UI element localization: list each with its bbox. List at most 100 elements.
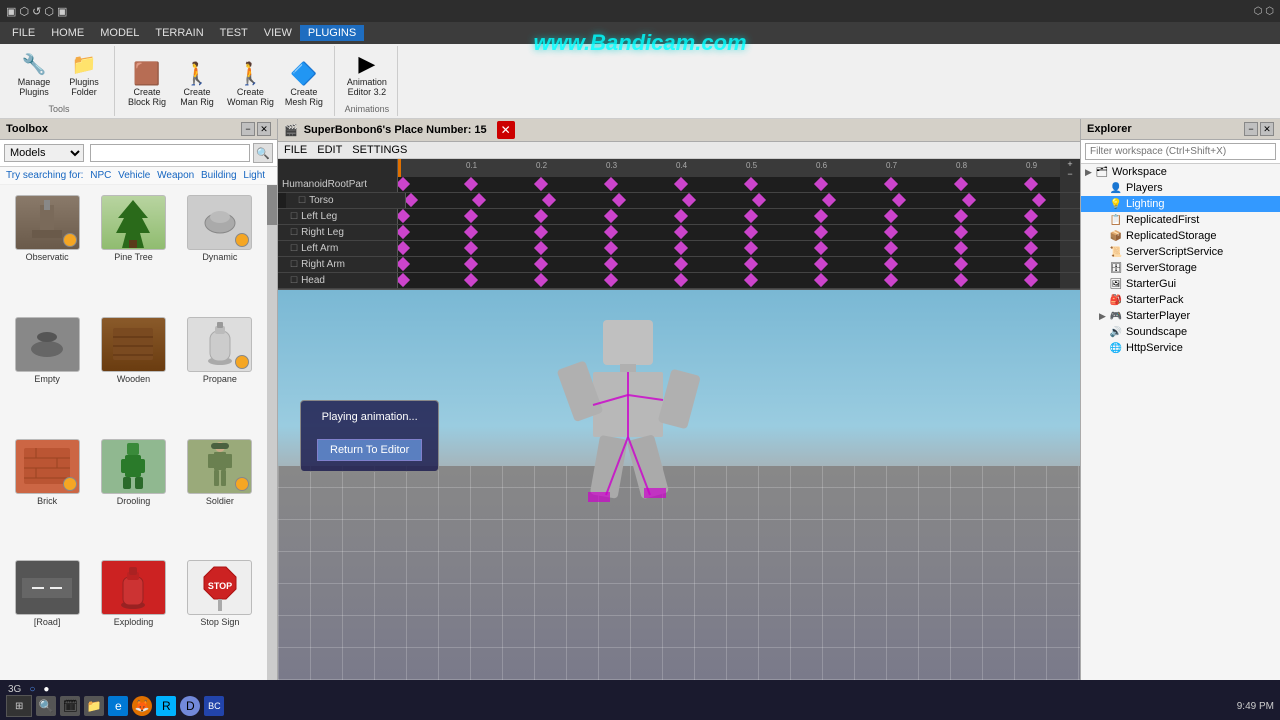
tree-server-script-service[interactable]: 📜 ServerScriptService bbox=[1081, 244, 1280, 260]
tree-starter-gui[interactable]: 🖼 StarterGui bbox=[1081, 276, 1280, 292]
tkf-ll-4[interactable] bbox=[674, 209, 688, 223]
firefox-icon[interactable]: 🦊 bbox=[132, 696, 152, 716]
tool-wooden[interactable]: Wooden bbox=[92, 313, 174, 431]
kf-1[interactable] bbox=[464, 177, 478, 191]
tkf-ll-1[interactable] bbox=[464, 209, 478, 223]
kf-0[interactable] bbox=[398, 177, 410, 191]
tkf-ll-8[interactable] bbox=[954, 209, 968, 223]
manage-plugins-button[interactable]: 🔧 ManagePlugins bbox=[10, 48, 58, 100]
create-mesh-rig-button[interactable]: 🔷 CreateMesh Rig bbox=[280, 58, 328, 110]
track-keys-left-arm[interactable] bbox=[398, 241, 1060, 256]
explorer-filter-input[interactable] bbox=[1085, 143, 1276, 160]
suggestion-npc[interactable]: NPC bbox=[90, 170, 111, 181]
suggestion-weapon[interactable]: Weapon bbox=[157, 170, 194, 181]
tool-dynamic[interactable]: Dynamic bbox=[179, 191, 261, 309]
edge-icon[interactable]: e bbox=[108, 696, 128, 716]
anim-menu-settings[interactable]: SETTINGS bbox=[352, 144, 407, 156]
kf-6[interactable] bbox=[814, 177, 828, 191]
tkf-t-2[interactable] bbox=[542, 193, 556, 207]
tkf-t-7[interactable] bbox=[892, 193, 906, 207]
create-woman-rig-button[interactable]: 🚶 CreateWoman Rig bbox=[223, 58, 278, 110]
tool-brick[interactable]: Brick bbox=[6, 435, 88, 553]
start-button[interactable]: ⊞ bbox=[6, 695, 32, 717]
toolbox-category-dropdown[interactable]: Models Decals Audio bbox=[4, 144, 84, 162]
kf-9[interactable] bbox=[1024, 177, 1038, 191]
tree-players[interactable]: 👤 Players bbox=[1081, 180, 1280, 196]
tool-pine-tree[interactable]: Pine Tree bbox=[92, 191, 174, 309]
menu-file[interactable]: FILE bbox=[4, 25, 43, 41]
kf-4[interactable] bbox=[674, 177, 688, 191]
tkf-t-5[interactable] bbox=[752, 193, 766, 207]
tkf-t-4[interactable] bbox=[682, 193, 696, 207]
tree-starter-pack[interactable]: 🎒 StarterPack bbox=[1081, 292, 1280, 308]
tkf-ll-9[interactable] bbox=[1024, 209, 1038, 223]
file-explorer-icon[interactable]: 📁 bbox=[84, 696, 104, 716]
tkf-ll-7[interactable] bbox=[884, 209, 898, 223]
menu-plugins[interactable]: PLUGINS bbox=[300, 25, 364, 41]
menu-home[interactable]: HOME bbox=[43, 25, 92, 41]
track-checkbox-ll[interactable]: ☐ bbox=[290, 211, 298, 222]
explorer-minimize[interactable]: − bbox=[1244, 122, 1258, 136]
toolbox-search-button[interactable]: 🔍 bbox=[253, 143, 273, 163]
tree-starter-player[interactable]: ▶ 🎮 StarterPlayer bbox=[1081, 308, 1280, 324]
anim-menu-edit[interactable]: EDIT bbox=[317, 144, 342, 156]
suggestion-vehicle[interactable]: Vehicle bbox=[118, 170, 150, 181]
kf-7[interactable] bbox=[884, 177, 898, 191]
menu-model[interactable]: MODEL bbox=[92, 25, 147, 41]
tkf-t-9[interactable] bbox=[1032, 193, 1046, 207]
animation-editor-button[interactable]: ▶ AnimationEditor 3.2 bbox=[343, 48, 391, 100]
tool-observatic[interactable]: Observatic bbox=[6, 191, 88, 309]
tree-soundscape[interactable]: 🔊 Soundscape bbox=[1081, 324, 1280, 340]
tkf-ll-0[interactable] bbox=[398, 209, 410, 223]
roblox-studio-icon[interactable]: R bbox=[156, 696, 176, 716]
track-keys-left-leg[interactable] bbox=[398, 209, 1060, 224]
track-keys-right-leg[interactable] bbox=[398, 225, 1060, 240]
explorer-close[interactable]: ✕ bbox=[1260, 122, 1274, 136]
kf-5[interactable] bbox=[744, 177, 758, 191]
tkf-t-8[interactable] bbox=[962, 193, 976, 207]
track-checkbox-rl[interactable]: ☐ bbox=[290, 227, 298, 238]
tkf-ll-5[interactable] bbox=[744, 209, 758, 223]
bandicam-icon[interactable]: BC bbox=[204, 696, 224, 716]
track-checkbox-head[interactable]: ☐ bbox=[290, 275, 298, 286]
tl-plus[interactable]: + bbox=[1060, 159, 1080, 169]
toolbox-close[interactable]: ✕ bbox=[257, 122, 271, 136]
track-checkbox-ra[interactable]: ☐ bbox=[290, 259, 298, 270]
tree-workspace[interactable]: ▶ 🗂 Workspace bbox=[1081, 164, 1280, 180]
tkf-t-3[interactable] bbox=[612, 193, 626, 207]
menu-test[interactable]: TEST bbox=[212, 25, 256, 41]
track-keys-head[interactable] bbox=[398, 273, 1060, 288]
track-checkbox-la[interactable]: ☐ bbox=[290, 243, 298, 254]
tree-replicated-storage[interactable]: 📦 ReplicatedStorage bbox=[1081, 228, 1280, 244]
tree-lighting[interactable]: 💡 Lighting bbox=[1081, 196, 1280, 212]
tool-stop-sign[interactable]: STOP Stop Sign bbox=[179, 556, 261, 674]
create-block-rig-button[interactable]: 🟫 CreateBlock Rig bbox=[123, 58, 171, 110]
tool-empty[interactable]: Empty bbox=[6, 313, 88, 431]
tool-drooling[interactable]: Drooling bbox=[92, 435, 174, 553]
toolbox-minimize[interactable]: − bbox=[241, 122, 255, 136]
tkf-t-6[interactable] bbox=[822, 193, 836, 207]
menu-view[interactable]: VIEW bbox=[256, 25, 300, 41]
return-to-editor-button[interactable]: Return To Editor bbox=[317, 439, 422, 461]
kf-8[interactable] bbox=[954, 177, 968, 191]
tree-http-service[interactable]: 🌐 HttpService bbox=[1081, 340, 1280, 356]
tkf-t-0[interactable] bbox=[406, 193, 418, 207]
tkf-ll-3[interactable] bbox=[604, 209, 618, 223]
playhead[interactable] bbox=[398, 159, 400, 177]
anim-editor-close[interactable]: ✕ bbox=[497, 121, 515, 139]
task-view-icon[interactable]: 🗓 bbox=[60, 696, 80, 716]
tool-road[interactable]: [Road] bbox=[6, 556, 88, 674]
plugins-folder-button[interactable]: 📁 PluginsFolder bbox=[60, 48, 108, 100]
track-checkbox-torso[interactable]: ☐ bbox=[298, 195, 306, 206]
anim-menu-file[interactable]: FILE bbox=[284, 144, 307, 156]
tool-soldier[interactable]: Soldier bbox=[179, 435, 261, 553]
tool-propane[interactable]: Propane bbox=[179, 313, 261, 431]
track-keys-humanoidrootpart[interactable] bbox=[398, 177, 1060, 192]
tree-replicated-first[interactable]: 📋 ReplicatedFirst bbox=[1081, 212, 1280, 228]
track-keys-right-arm[interactable] bbox=[398, 257, 1060, 272]
tree-server-storage[interactable]: 🗄 ServerStorage bbox=[1081, 260, 1280, 276]
track-keys-torso[interactable] bbox=[406, 193, 1060, 208]
discord-icon[interactable]: D bbox=[180, 696, 200, 716]
tool-exploding[interactable]: Exploding bbox=[92, 556, 174, 674]
search-taskbar-icon[interactable]: 🔍 bbox=[36, 696, 56, 716]
